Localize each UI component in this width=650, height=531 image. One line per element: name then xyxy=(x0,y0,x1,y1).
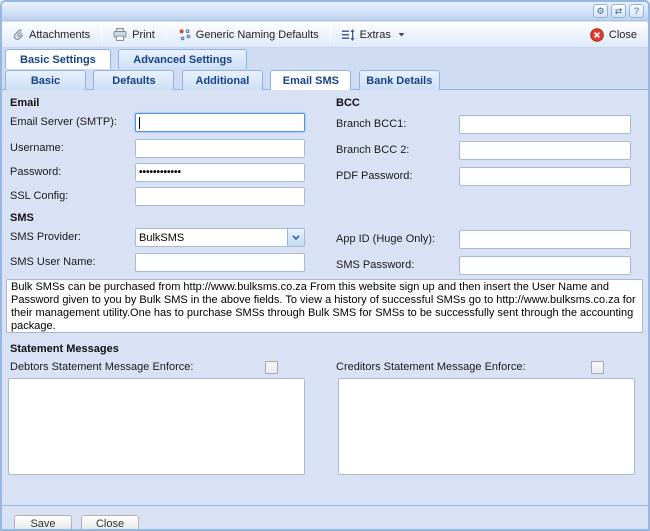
tab-advanced-settings[interactable]: Advanced Settings xyxy=(118,49,247,69)
email-server-input[interactable] xyxy=(135,113,305,132)
naming-defaults-icon xyxy=(178,28,191,41)
app-id-input[interactable] xyxy=(459,230,631,249)
toolbar-separator xyxy=(101,27,102,43)
pdf-password-input[interactable] xyxy=(459,167,631,186)
primary-tabstrip: Basic Settings Advanced Settings xyxy=(2,48,648,69)
company-settings-window: ⚙ ⇄ ? Attachments Print Generic Naming D… xyxy=(0,0,650,531)
chevron-down-icon[interactable] xyxy=(287,229,304,246)
creditors-statement-message-textarea[interactable] xyxy=(338,378,635,475)
toolbar-separator xyxy=(330,27,331,43)
email-section-heading: Email xyxy=(10,97,39,109)
sms-password-label: SMS Password: xyxy=(336,259,414,271)
toolbar: Attachments Print Generic Naming Default… xyxy=(2,22,648,48)
debtors-statement-message-textarea[interactable] xyxy=(8,378,305,475)
save-button[interactable]: Save xyxy=(14,515,72,531)
creditors-enforce-label: Creditors Statement Message Enforce: xyxy=(336,361,526,373)
sms-provider-label: SMS Provider: xyxy=(10,231,81,243)
sms-user-name-input[interactable] xyxy=(135,253,305,272)
attachments-button[interactable]: Attachments xyxy=(8,26,95,43)
tab-defaults[interactable]: Defaults xyxy=(93,70,174,90)
extras-label: Extras xyxy=(360,29,391,41)
branch-bcc2-label: Branch BCC 2: xyxy=(336,144,409,156)
footer-bar: Save Close xyxy=(2,505,648,529)
close-button-label: Close xyxy=(609,29,637,41)
tab-bank-details[interactable]: Bank Details xyxy=(359,70,440,90)
debtors-enforce-label: Debtors Statement Message Enforce: xyxy=(10,361,193,373)
close-window-button[interactable]: Close xyxy=(585,26,642,44)
close-icon xyxy=(590,28,604,42)
sms-section-heading: SMS xyxy=(10,212,34,224)
print-label: Print xyxy=(132,29,155,41)
toolbar-separator xyxy=(166,27,167,43)
app-id-label: App ID (Huge Only): xyxy=(336,233,435,245)
generic-naming-defaults-button[interactable]: Generic Naming Defaults xyxy=(173,26,324,43)
branch-bcc2-input[interactable] xyxy=(459,141,631,160)
secondary-tabstrip: Basic Defaults Additional Email SMS Bank… xyxy=(2,69,648,90)
statement-messages-heading: Statement Messages xyxy=(10,343,119,355)
generic-naming-defaults-label: Generic Naming Defaults xyxy=(196,29,319,41)
tab-basic-settings[interactable]: Basic Settings xyxy=(5,49,111,69)
bulksms-info-text: Bulk SMSs can be purchased from http://w… xyxy=(6,279,643,333)
sms-provider-select[interactable]: BulkSMS xyxy=(135,228,305,247)
password-label: Password: xyxy=(10,166,61,178)
sms-password-input[interactable] xyxy=(459,256,631,275)
tab-basic[interactable]: Basic xyxy=(5,70,86,90)
titlebar-buttons: ⚙ ⇄ ? xyxy=(593,4,644,18)
attachments-label: Attachments xyxy=(29,29,90,41)
branch-bcc1-input[interactable] xyxy=(459,115,631,134)
tab-email-sms[interactable]: Email SMS xyxy=(270,70,351,90)
titlebar: ⚙ ⇄ ? xyxy=(2,2,648,21)
debtors-enforce-checkbox[interactable] xyxy=(265,361,278,374)
extras-menu-button[interactable]: Extras xyxy=(337,27,410,43)
sort-lines-icon xyxy=(342,29,355,41)
email-server-label: Email Server (SMTP): xyxy=(10,116,117,128)
printer-icon xyxy=(113,28,127,41)
branch-bcc1-label: Branch BCC1: xyxy=(336,118,406,130)
pdf-password-label: PDF Password: xyxy=(336,170,412,182)
username-label: Username: xyxy=(10,142,64,154)
gear-icon[interactable]: ⚙ xyxy=(593,4,608,18)
password-input[interactable] xyxy=(135,163,305,182)
chevron-down-icon xyxy=(398,32,405,37)
help-icon[interactable]: ? xyxy=(629,4,644,18)
tab-additional[interactable]: Additional xyxy=(182,70,263,90)
refresh-icon[interactable]: ⇄ xyxy=(611,4,626,18)
ssl-config-input[interactable] xyxy=(135,187,305,206)
username-input[interactable] xyxy=(135,139,305,158)
sms-user-name-label: SMS User Name: xyxy=(10,256,96,268)
ssl-config-label: SSL Config: xyxy=(10,190,68,202)
paperclip-icon xyxy=(13,28,24,41)
print-button[interactable]: Print xyxy=(108,26,160,43)
email-sms-panel: Email Email Server (SMTP): Username: Pas… xyxy=(2,90,648,505)
close-button[interactable]: Close xyxy=(81,515,139,531)
bcc-section-heading: BCC xyxy=(336,97,360,109)
sms-provider-value: BulkSMS xyxy=(136,232,287,244)
creditors-enforce-checkbox[interactable] xyxy=(591,361,604,374)
